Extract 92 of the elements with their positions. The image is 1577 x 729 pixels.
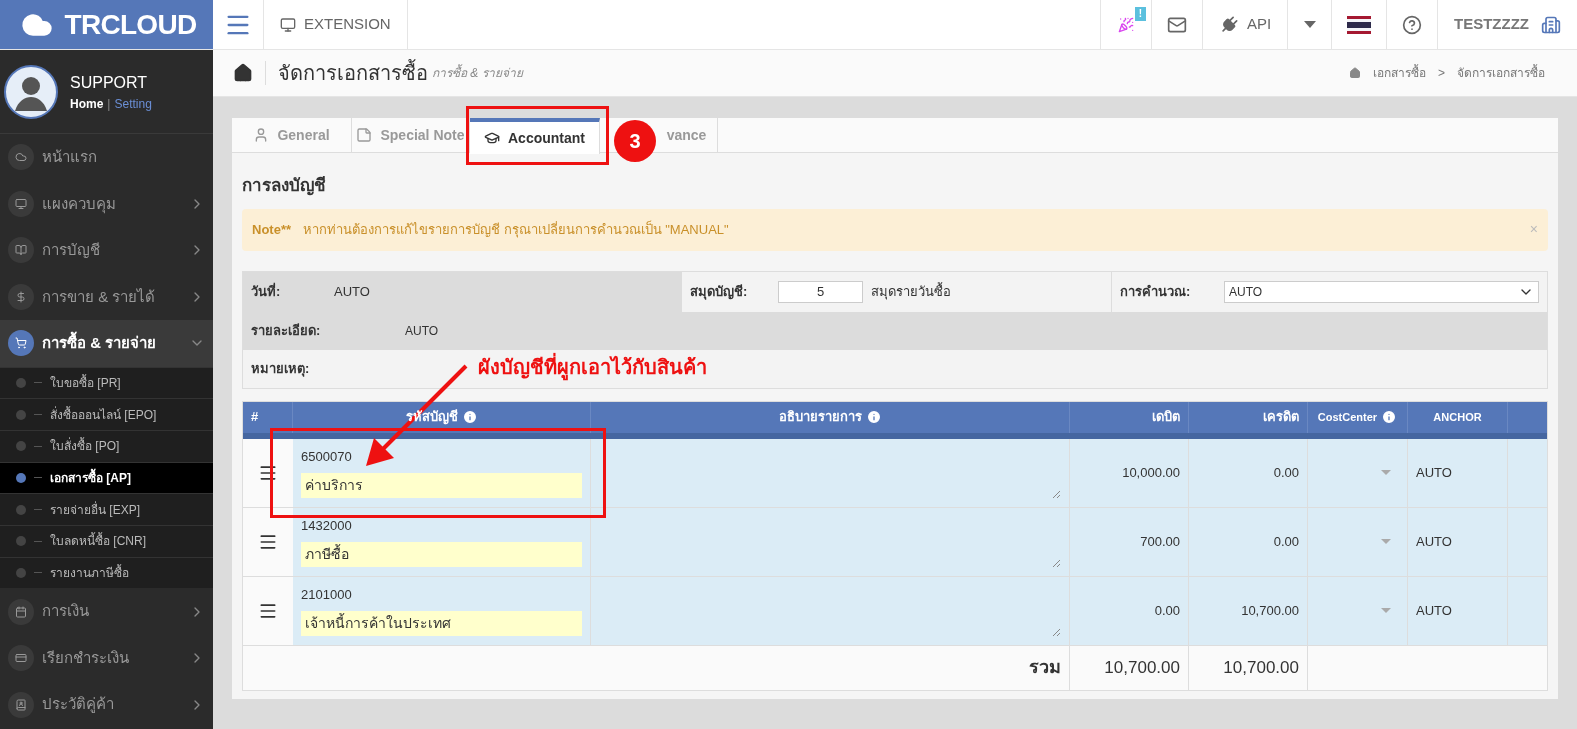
avatar <box>4 64 58 119</box>
resize-handle-icon[interactable] <box>1052 558 1061 568</box>
breadcrumb-item[interactable]: เอกสารซื้อ <box>1373 64 1426 82</box>
user-button[interactable]: TESTZZZZ <box>1437 0 1577 49</box>
sidebar-item[interactable]: การขาย & รายได้ <box>0 273 213 320</box>
debit-cell-text: 10,000.00 <box>1122 463 1180 482</box>
credit-cell-text: 10,700.00 <box>1241 601 1299 620</box>
journal-field[interactable]: 5 <box>778 280 863 303</box>
info-icon <box>865 409 882 425</box>
sidebar-item[interactable]: ประวัติคู่ค้า <box>0 681 213 728</box>
submenu-item[interactable]: ใบลดหนี้ซื้อ [CNR] <box>0 524 213 557</box>
page-title: จัดการเอกสารซื้อ <box>278 58 428 88</box>
submenu-item[interactable]: รายงานภาษีซื้อ <box>0 556 213 589</box>
resize-handle-icon[interactable] <box>1052 627 1061 637</box>
setting-link[interactable]: Setting <box>114 94 152 113</box>
submenu-item[interactable]: เอกสารซื้อ [AP] <box>0 461 213 494</box>
sidebar-item[interactable]: การเงิน <box>0 588 213 635</box>
party-popper-icon <box>1118 16 1134 33</box>
anchor-cell-text: AUTO <box>1416 601 1452 620</box>
total-debit: 10,700.00 <box>1104 656 1180 679</box>
monitor-icon <box>280 16 296 33</box>
account-name-field[interactable]: เจ้าหนี้การค้าในประเทศ <box>301 611 582 637</box>
api-button[interactable]: API <box>1202 0 1287 49</box>
field-label: วันที่: <box>251 281 282 301</box>
card-icon <box>15 652 27 665</box>
account-name-field[interactable]: ค่าบริการ <box>301 473 582 499</box>
home-icon[interactable] <box>233 63 253 83</box>
submenu-item[interactable]: สั่งซื้อออนไลน์ [EPO] <box>0 398 213 430</box>
column-header: # <box>251 408 259 427</box>
profile-name: SUPPORT <box>70 72 149 93</box>
account-code: 1432000 <box>301 516 353 535</box>
tab[interactable]: Accountant <box>470 118 600 154</box>
anchor-cell-text: AUTO <box>1416 532 1452 551</box>
resize-handle-icon[interactable] <box>1052 489 1061 499</box>
debit-cell-text: 0.00 <box>1154 601 1180 620</box>
contact-book-icon <box>15 698 27 711</box>
note-text: หากท่านต้องการแก้ไขรายการบัญชี กรุณาเปลี่ยนการคำนวณเป็น "MANUAL" <box>303 219 730 240</box>
logo-text: TRCLOUD <box>64 7 197 42</box>
sidebar-item[interactable]: หน้าแรก <box>0 134 213 181</box>
column-header: เดบิต <box>1152 408 1180 427</box>
sidebar-item[interactable]: การบัญชี <box>0 227 213 274</box>
credit-cell-text: 0.00 <box>1273 463 1299 482</box>
monitor-icon <box>15 197 27 210</box>
credit-cell-text: 0.00 <box>1273 532 1299 551</box>
sidebar-item[interactable]: การซื้อ & รายจ่าย <box>0 320 213 367</box>
calendar-icon <box>15 605 27 618</box>
submenu-item[interactable]: ใบสั่งซื้อ [PO] <box>0 429 213 462</box>
note-label: Note** <box>252 220 291 239</box>
notification-badge: ! <box>1134 7 1146 21</box>
home-link[interactable]: Home <box>70 94 104 113</box>
note-icon <box>356 127 373 143</box>
anchor-cell-text: AUTO <box>1416 463 1452 482</box>
field-label: สมุดบัญชี: <box>690 282 749 302</box>
account-code: 2101000 <box>301 585 353 604</box>
caret-icon <box>1303 21 1316 28</box>
column-header: อธิบายรายการ <box>778 408 862 427</box>
journal-name: สมุดรายวันซื้อ <box>871 281 951 302</box>
info-icon <box>461 409 478 425</box>
field-label: การคำนวณ: <box>1120 282 1192 301</box>
cart-icon <box>15 337 27 350</box>
info-icon <box>1381 409 1398 425</box>
column-header: ANCHOR <box>1433 409 1482 425</box>
cloud-icon <box>15 151 27 164</box>
account-name-field[interactable]: ภาษีซื้อ <box>301 542 582 568</box>
flag-icon <box>1347 15 1371 34</box>
callout-text: ผังบัญชีที่ผูกเอาไว้กับสินค้า <box>478 352 707 382</box>
separator: | <box>107 95 111 113</box>
breadcrumb-item[interactable]: จัดการเอกสารซื้อ <box>1457 64 1545 82</box>
total-credit: 10,700.00 <box>1223 656 1299 679</box>
page-subtitle: การซื้อ & รายจ่าย <box>432 64 523 82</box>
column-header: CostCenter <box>1317 409 1378 425</box>
sidebar-item[interactable]: เรียกชำระเงิน <box>0 634 213 682</box>
column-header: เครดิต <box>1263 408 1299 427</box>
section-title: การลงบัญชี <box>242 175 327 198</box>
field-value: AUTO <box>405 322 439 340</box>
submenu-item[interactable]: ใบขอซื้อ [PR] <box>0 366 213 399</box>
calculation-select[interactable]: AUTO <box>1224 280 1539 303</box>
breadcrumb-separator: > <box>1438 65 1445 82</box>
book-icon <box>15 244 27 257</box>
dollar-icon <box>15 290 27 303</box>
total-label: รวม <box>1029 656 1061 679</box>
extension-button[interactable]: EXTENSION <box>264 0 408 49</box>
field-label: รายละเอียด: <box>251 321 322 340</box>
graduation-cap-icon <box>484 130 500 146</box>
account-code: 6500070 <box>301 447 353 466</box>
sidebar-item[interactable]: แผงควบคุม <box>0 180 213 227</box>
submenu-item[interactable]: รายจ่ายอื่น [EXP] <box>0 493 213 525</box>
debit-cell-text: 700.00 <box>1140 532 1180 551</box>
field-label: หมายเหตุ: <box>251 359 310 379</box>
help-icon <box>1402 14 1422 35</box>
step-marker: 3 <box>614 120 656 162</box>
field-value: AUTO <box>334 282 370 301</box>
